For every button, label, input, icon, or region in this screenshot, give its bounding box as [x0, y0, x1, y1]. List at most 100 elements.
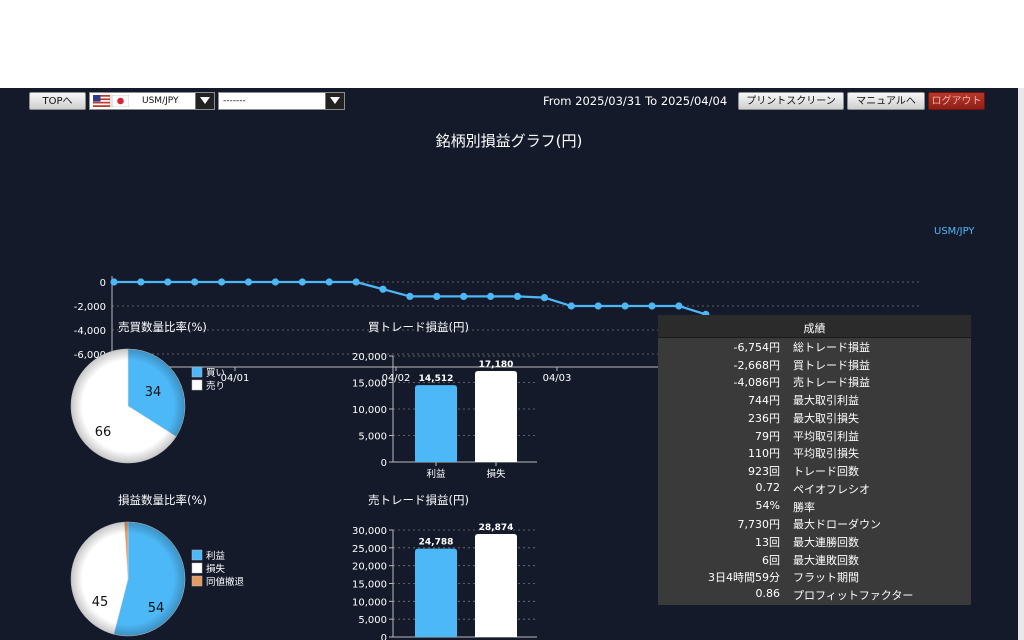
pie-shading — [71, 349, 185, 463]
stats-row-value: 6回 — [762, 553, 780, 567]
bar-value-label: 28,874 — [479, 523, 514, 533]
stats-row: 0.72 ペイオフレシオ — [658, 479, 971, 497]
bar-x-tick-label: 利益 — [426, 468, 446, 480]
pie2-title: 損益数量比率(%) — [118, 493, 207, 507]
legend-swatch — [191, 549, 203, 561]
stats-row-value: 0.72 — [755, 480, 781, 494]
stats-row-value: 236円 — [748, 411, 780, 425]
pie-shading — [71, 522, 185, 636]
legend-label: 損失 — [206, 563, 226, 575]
bar-y-tick-label: 20,000 — [352, 352, 387, 363]
stats-row-value: 744円 — [748, 394, 780, 408]
stats-row-label: 売トレード損益 — [793, 376, 870, 390]
bar-y-tick-label: 0 — [381, 458, 387, 469]
stats-row-label: 最大連勝回数 — [793, 536, 859, 550]
stats-row: 110円 平均取引損失 — [658, 443, 971, 461]
stats-row: 7,730円 最大ドローダウン — [658, 514, 971, 532]
bar-y-tick-label: 5,000 — [358, 432, 387, 443]
stats-row: 3日4時間59分 フラット期間 — [658, 567, 971, 585]
stats-row-label: 総トレード損益 — [793, 341, 870, 354]
stats-row-value: 923回 — [748, 465, 780, 479]
stats-row: 54% 勝率 — [658, 497, 971, 515]
bar-y-tick-label: 20,000 — [352, 562, 387, 573]
logout-button[interactable]: ログアウト — [928, 92, 985, 110]
line-point — [379, 285, 387, 293]
legend-swatch — [191, 562, 203, 574]
stats-row-label: プロフィットファクター — [793, 589, 914, 603]
line-point — [352, 278, 360, 286]
pie-chart-profit-loss: 54 45 利益損失同値撤退 — [70, 521, 245, 637]
line-point — [513, 292, 522, 300]
bar-value-label: 24,788 — [419, 538, 454, 548]
bar-1 — [415, 385, 457, 462]
stats-row-value: 110円 — [748, 447, 780, 461]
filter-select[interactable]: ------- — [218, 92, 345, 110]
stats-row-label: トレード回数 — [793, 465, 859, 479]
line-point — [218, 278, 226, 286]
stats-row-label: 最大ドローダウン — [793, 518, 881, 532]
pie-value-label: 34 — [145, 385, 162, 400]
bar-2 — [475, 370, 517, 462]
stats-row-label: 買トレード損益 — [793, 358, 870, 372]
stats-row-value: -6,754円 — [733, 341, 780, 354]
stats-row-label: 最大取引利益 — [793, 394, 859, 408]
chevron-down-icon[interactable] — [325, 93, 344, 109]
stats-row-label: 最大連敗回数 — [793, 553, 859, 567]
line-point — [487, 292, 495, 300]
stats-row: 236円 最大取引損失 — [658, 408, 971, 426]
stats-row: 6回 最大連敗回数 — [658, 550, 971, 568]
print-screen-button[interactable]: プリントスクリーン — [738, 92, 844, 110]
stats-row: -4,086円 売トレード損益 — [658, 372, 971, 390]
line-point — [406, 292, 414, 300]
line-point — [433, 292, 441, 300]
manual-button[interactable]: マニュアルへ — [847, 92, 925, 110]
scrollbar[interactable] — [1018, 88, 1024, 640]
line-point — [648, 302, 656, 310]
line-point — [137, 278, 145, 286]
stats-row: -2,668円 買トレード損益 — [658, 355, 971, 373]
stats-row-label: 最大取引損失 — [793, 411, 859, 425]
line-point — [164, 278, 172, 286]
stats-row-label: 勝率 — [793, 500, 815, 514]
bar-y-tick-label: 15,000 — [352, 580, 387, 591]
chevron-down-icon[interactable] — [195, 93, 214, 109]
line-y-tick-label: -4,000 — [74, 326, 106, 337]
legend-label: 利益 — [206, 550, 226, 562]
page-title: 銘柄別損益グラフ(円) — [435, 132, 583, 150]
stats-row-value: 13回 — [755, 536, 780, 550]
line-point — [244, 278, 253, 286]
line-legend-label: USM/JPY — [934, 226, 975, 237]
legend-swatch — [191, 575, 203, 587]
stats-row: -6,754円 総トレード損益 — [658, 337, 971, 355]
stats-row-value: 0.86 — [755, 587, 781, 601]
line-point — [540, 294, 549, 302]
symbol-select[interactable]: USM/JPY — [89, 92, 215, 110]
bar1-title: 買トレード損益(円) — [368, 320, 469, 334]
bar-chart-buy-trades: 0 5,000 10,000 15,000 20,000 14,512 利益 17,180 損失 — [352, 352, 537, 480]
stats-row-label: 平均取引利益 — [793, 429, 859, 443]
stats-row: 923回 トレード回数 — [658, 461, 971, 479]
stats-row-value: 7,730円 — [737, 518, 781, 532]
line-point — [298, 278, 306, 286]
stats-row: 13回 最大連勝回数 — [658, 532, 971, 550]
symbol-select-value: USM/JPY — [142, 96, 179, 106]
legend-label: 買い — [206, 368, 225, 379]
stats-row-label: 平均取引損失 — [793, 447, 859, 461]
bar-y-tick-label: 30,000 — [352, 526, 387, 537]
pie-value-label: 45 — [92, 595, 109, 610]
bar-y-tick-label: 10,000 — [352, 405, 387, 416]
stats-row-value: 54% — [755, 498, 780, 512]
bar-value-label: 14,512 — [419, 374, 454, 384]
stats-row-label: ペイオフレシオ — [793, 482, 870, 496]
stats-header-label: 成績 — [803, 322, 826, 335]
pie-value-label: 66 — [95, 425, 112, 440]
top-button[interactable]: TOPへ — [29, 92, 86, 110]
pie1-title: 売買数量比率(%) — [118, 320, 207, 334]
bar-y-tick-label: 15,000 — [352, 379, 387, 390]
line-point — [594, 302, 602, 310]
legend-label: 同値撤退 — [206, 576, 245, 588]
line-y-tick-label: -2,000 — [74, 302, 106, 313]
pie-chart-buy-sell: 34 66 買い売り — [70, 348, 225, 464]
line-y-tick-label: 0 — [100, 278, 106, 289]
line-point — [271, 278, 279, 286]
